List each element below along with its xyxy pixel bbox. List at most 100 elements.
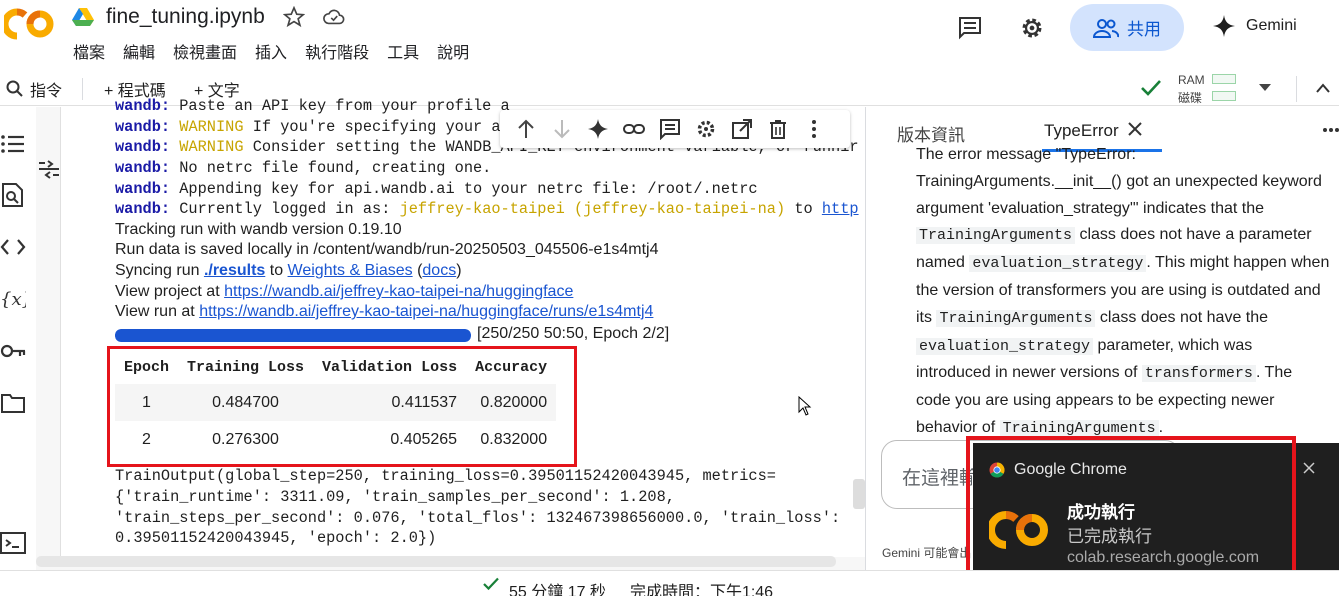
toolbar-divider <box>1296 76 1297 102</box>
status-text[interactable]: 55 分鐘 17 秒 完成時間：下午1:46 <box>509 578 773 596</box>
move-up-arrow-icon[interactable] <box>515 118 537 140</box>
gemini-button[interactable]: Gemini <box>1212 14 1297 38</box>
settings-gear-icon[interactable] <box>1019 15 1045 41</box>
find-in-notebook-icon[interactable] <box>0 182 26 208</box>
menu-view[interactable]: 檢視畫面 <box>173 39 237 63</box>
ram-label: RAM <box>1178 73 1205 87</box>
gemini-label: Gemini <box>1246 17 1297 34</box>
run-url-link[interactable]: https://wandb.ai/jeffrey-kao-taipei-na/h… <box>199 303 653 320</box>
gemini-disclaimer: Gemini 可能會出 <box>882 546 972 560</box>
cloud-saved-icon[interactable] <box>322 6 345 28</box>
filename-row: fine_tuning.ipynb <box>72 5 345 29</box>
inline-code: evaluation_strategy <box>916 337 1094 355</box>
toolbar-divider <box>82 78 83 100</box>
menu-runtime[interactable]: 執行階段 <box>305 39 369 63</box>
wandb-link[interactable]: http <box>822 200 859 218</box>
table-of-contents-icon[interactable] <box>0 131 26 157</box>
training-progress-bar <box>115 329 471 342</box>
menu-tools[interactable]: 工具 <box>387 39 419 63</box>
google-drive-icon <box>72 8 94 26</box>
disk-usage-bar <box>1212 91 1236 101</box>
left-rail: {x} <box>0 107 36 570</box>
search-icon <box>6 80 23 97</box>
run-data-line: Run data is saved locally in /content/wa… <box>115 241 659 258</box>
menu-edit[interactable]: 編輯 <box>123 39 155 63</box>
secrets-key-icon[interactable] <box>0 338 26 364</box>
resource-monitor[interactable]: RAM 磁碟 <box>1178 71 1205 107</box>
chevron-up-icon[interactable] <box>1315 82 1331 94</box>
star-icon[interactable] <box>282 6 305 28</box>
more-horiz-icon[interactable] <box>1322 127 1339 133</box>
highlight-box-notification <box>966 436 1296 576</box>
progress-text: [250/250 50:50, Epoch 2/2] <box>477 325 670 342</box>
completed-time: 完成時間：下午1:46 <box>629 584 774 596</box>
more-vert-icon[interactable] <box>803 118 825 140</box>
vertical-scrollbar[interactable] <box>853 479 865 509</box>
menu-insert[interactable]: 插入 <box>255 39 287 63</box>
view-run-line: View run at https://wandb.ai/jeffrey-kao… <box>115 303 654 320</box>
output-actions-icon[interactable] <box>37 158 61 180</box>
train-output-line: TrainOutput(global_step=250, training_lo… <box>115 467 776 485</box>
syncing-line: Syncing run ./results to Weights & Biase… <box>115 262 462 279</box>
inline-code: evaluation_strategy <box>969 255 1147 273</box>
menubar: 檔案 編輯 檢視畫面 插入 執行階段 工具 說明 <box>73 39 487 63</box>
log-line: wandb: No netrc file found, creating one… <box>115 159 492 177</box>
elapsed-time: 55 分鐘 17 秒 <box>509 584 606 596</box>
cell-toolbar <box>500 110 850 148</box>
close-icon[interactable] <box>1303 462 1315 474</box>
project-url-link[interactable]: https://wandb.ai/jeffrey-kao-taipei-na/h… <box>224 283 573 300</box>
inline-code: TrainingArguments <box>936 309 1096 327</box>
notebook-filename[interactable]: fine_tuning.ipynb <box>106 5 265 29</box>
code-snippets-icon[interactable] <box>0 234 26 260</box>
docs-link[interactable]: docs <box>422 262 456 279</box>
tracking-line: Tracking run with wandb version 0.19.10 <box>115 221 402 238</box>
dropdown-arrow-icon[interactable] <box>1258 83 1272 93</box>
share-label: 共用 <box>1127 20 1161 39</box>
files-folder-icon[interactable] <box>0 390 26 416</box>
colab-logo[interactable] <box>4 4 56 44</box>
link-icon[interactable] <box>623 118 645 140</box>
mouse-cursor-icon <box>798 396 812 416</box>
menu-file[interactable]: 檔案 <box>73 39 105 63</box>
log-line: wandb: WARNING If you're specifying your… <box>115 118 510 136</box>
ram-usage-bar <box>1212 74 1236 84</box>
progress-fill <box>115 329 471 342</box>
gemini-sparkle-icon <box>1213 15 1235 37</box>
train-output-line: 0.39501152420043945, 'epoch': 2.0}) <box>115 529 437 547</box>
close-tab-icon[interactable] <box>1127 121 1143 137</box>
command-palette-button[interactable]: 指令 <box>6 77 62 101</box>
settings-gear-icon[interactable] <box>695 118 717 140</box>
move-down-arrow-icon[interactable] <box>551 118 573 140</box>
inline-code: transformers <box>1141 365 1256 383</box>
connected-check-icon <box>1141 80 1161 96</box>
gemini-answer: The error message "TypeError: TrainingAr… <box>916 146 1330 437</box>
inline-code: TrainingArguments <box>999 419 1159 437</box>
open-in-tab-icon[interactable] <box>731 118 753 140</box>
comment-icon[interactable] <box>659 118 681 140</box>
highlight-box-table <box>107 346 577 467</box>
train-output-line: {'train_runtime': 3311.09, 'train_sample… <box>115 488 675 506</box>
log-line: wandb: Paste an API key from your profil… <box>115 97 510 115</box>
horizontal-scrollbar[interactable] <box>36 556 836 567</box>
weights-biases-link[interactable]: Weights & Biases <box>288 262 413 279</box>
train-output-line: 'train_steps_per_second': 0.076, 'total_… <box>115 509 841 527</box>
command-label: 指令 <box>30 83 63 100</box>
log-line: wandb: Appending key for api.wandb.ai to… <box>115 180 758 198</box>
variables-icon[interactable]: {x} <box>0 286 26 312</box>
wandb-user: jeffrey-kao-taipei <box>399 200 565 218</box>
wandb-team: (jeffrey-kao-taipei-na) <box>574 200 786 218</box>
svg-text:{x}: {x} <box>0 289 26 310</box>
share-button[interactable]: 共用 <box>1070 4 1184 51</box>
terminal-icon[interactable] <box>0 530 26 556</box>
inline-code: TrainingArguments <box>916 227 1076 245</box>
disk-label: 磁碟 <box>1178 91 1203 105</box>
log-line-logged-in: wandb: Currently logged in as: jeffrey-k… <box>115 200 859 218</box>
results-link[interactable]: ./results <box>204 262 265 279</box>
tab-typeerror[interactable]: TypeError <box>1044 121 1119 141</box>
people-icon <box>1093 18 1119 38</box>
menu-help[interactable]: 說明 <box>437 39 469 63</box>
delete-trash-icon[interactable] <box>767 118 789 140</box>
view-project-line: View project at https://wandb.ai/jeffrey… <box>115 283 574 300</box>
gemini-sparkle-icon[interactable] <box>587 118 609 140</box>
comment-icon[interactable] <box>957 16 983 40</box>
